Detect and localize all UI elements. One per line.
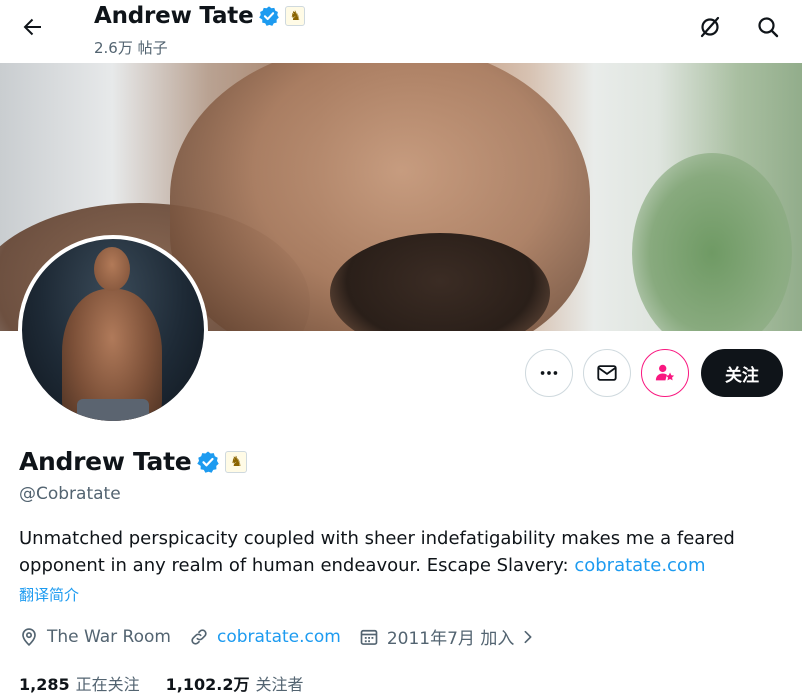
calendar-icon: [360, 629, 378, 645]
join-date[interactable]: 2011年7月 加入: [359, 624, 544, 649]
followers-stat[interactable]: 1,102.2万 关注者: [166, 671, 304, 695]
message-button[interactable]: [583, 349, 631, 397]
website-link[interactable]: cobratate.com: [217, 627, 341, 647]
posts-count: 2.6万 帖子: [94, 39, 168, 57]
followers-label: 关注者: [255, 675, 304, 694]
top-bar: Andrew Tate ♞ 2.6万 帖子: [0, 0, 802, 63]
mail-icon: [597, 365, 617, 381]
link-icon: [191, 628, 207, 645]
avatar-shape: [94, 247, 130, 291]
arrow-left-icon: [23, 18, 41, 36]
profile-meta: The War Room cobratate.com 2011年7月 加入: [19, 624, 562, 649]
knight-chess-icon[interactable]: ♞: [285, 6, 306, 26]
profile-avatar[interactable]: [18, 235, 208, 425]
knight-chess-icon[interactable]: ♞: [225, 450, 248, 473]
banner-shape: [632, 153, 792, 331]
avatar-shape: [77, 399, 149, 421]
follow-button[interactable]: 关注: [701, 349, 783, 397]
bio-link[interactable]: cobratate.com: [574, 555, 705, 576]
location-text: The War Room: [47, 626, 171, 647]
following-stat[interactable]: 1,285 正在关注: [19, 671, 140, 695]
back-button[interactable]: [14, 9, 50, 45]
profile-stats: 1,285 正在关注 1,102.2万 关注者: [19, 671, 329, 695]
location-icon: [22, 627, 36, 646]
more-button[interactable]: [525, 349, 573, 397]
chevron-right-icon: [524, 630, 532, 643]
profile-handle: @Cobratate: [19, 484, 121, 504]
join-date-text: 2011年7月 加入: [386, 629, 515, 649]
profile-name: Andrew Tate: [19, 447, 192, 476]
grok-icon: [700, 16, 720, 38]
profile-actions: 关注: [525, 349, 783, 397]
search-button[interactable]: [750, 9, 786, 45]
profile-bio: Unmatched perspicacity coupled with shee…: [19, 525, 789, 579]
translate-bio-link[interactable]: 翻译简介: [19, 584, 79, 605]
following-count: 1,285: [19, 675, 70, 694]
subscribe-icon: [655, 364, 675, 381]
profile-name-row: Andrew Tate ♞: [19, 447, 248, 476]
location: The War Room: [19, 627, 171, 647]
following-label: 正在关注: [75, 675, 140, 694]
followers-count: 1,102.2万: [165, 675, 250, 694]
header-title-row: Andrew Tate ♞: [94, 0, 306, 32]
more-icon: [540, 371, 558, 375]
search-icon: [758, 17, 779, 38]
subscribe-button[interactable]: [641, 349, 689, 397]
verified-badge-icon[interactable]: [196, 450, 220, 474]
verified-badge-icon: [259, 6, 280, 26]
grok-button[interactable]: [692, 9, 728, 45]
header-name: Andrew Tate: [94, 3, 254, 29]
website: cobratate.com: [189, 627, 341, 647]
header-actions: [692, 9, 786, 45]
